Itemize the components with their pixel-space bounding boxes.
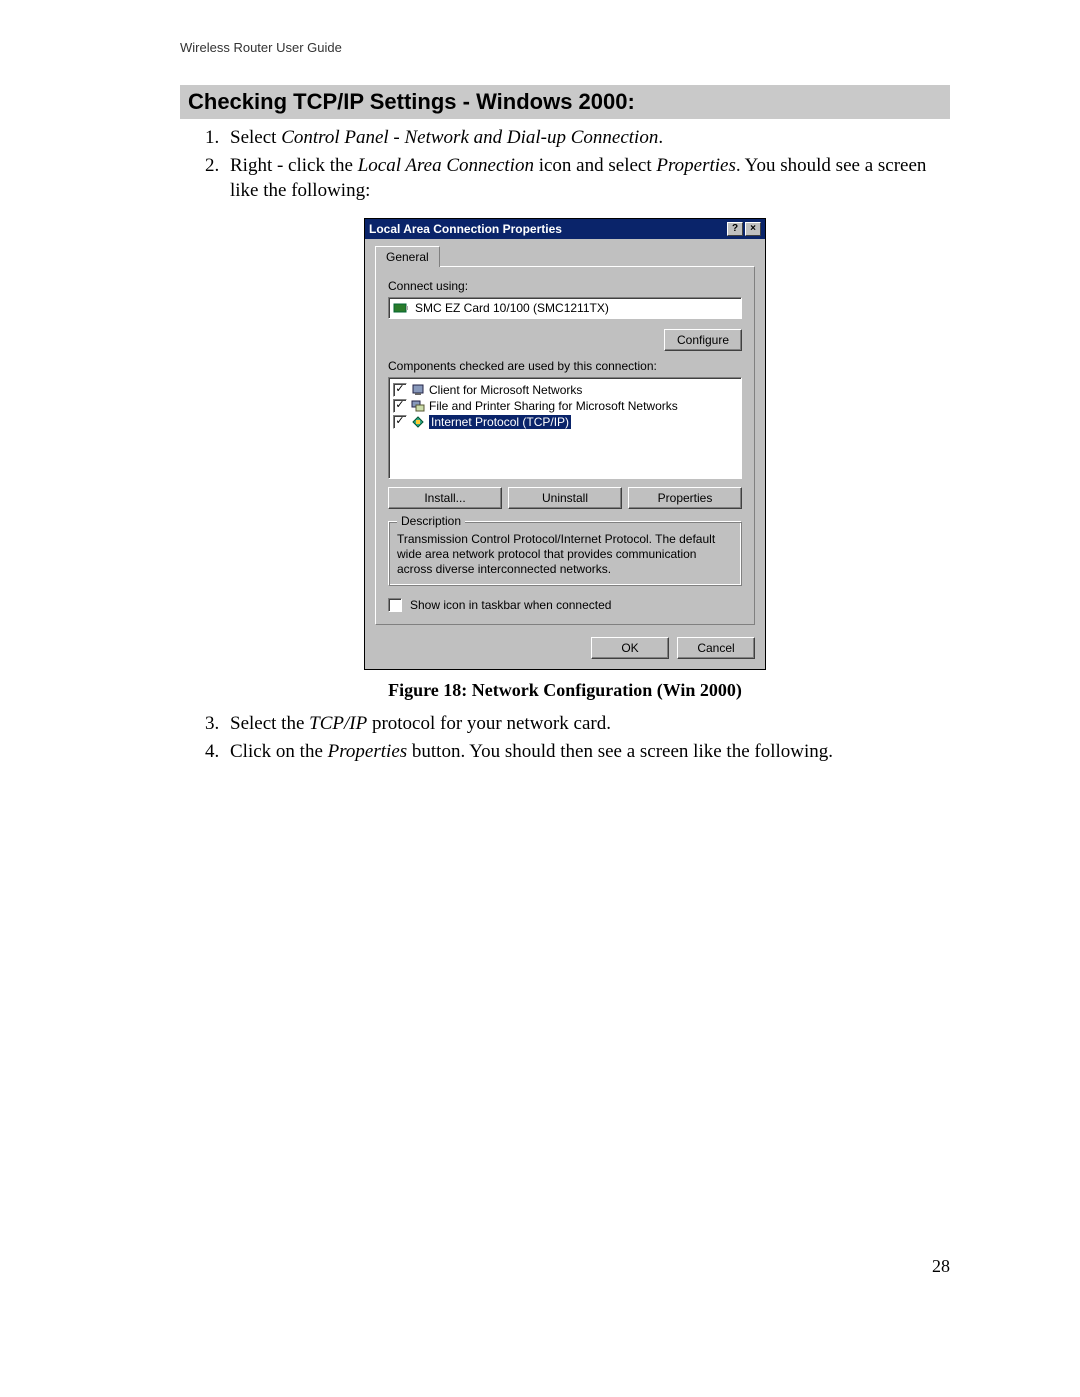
checkbox-checked-icon[interactable]: ✓: [393, 383, 407, 397]
service-icon: [411, 399, 425, 413]
taskbar-label: Show icon in taskbar when connected: [410, 598, 611, 612]
connect-using-label: Connect using:: [388, 279, 742, 293]
cancel-button[interactable]: Cancel: [677, 637, 755, 659]
components-label: Components checked are used by this conn…: [388, 359, 742, 373]
steps-list-2: Select the TCP/IP protocol for your netw…: [180, 711, 950, 764]
doc-header: Wireless Router User Guide: [180, 40, 950, 55]
figure: Local Area Connection Properties ? × Gen…: [180, 218, 950, 701]
figure-caption: Figure 18: Network Configuration (Win 20…: [180, 680, 950, 701]
step-text: protocol for your network card.: [367, 713, 611, 734]
step-em: TCP/IP: [309, 713, 367, 734]
section-heading: Checking TCP/IP Settings - Windows 2000:: [180, 85, 950, 119]
step-4: Click on the Properties button. You shou…: [224, 739, 950, 765]
step-text: Select: [230, 127, 281, 148]
list-item-selected[interactable]: ✓ Internet Protocol (TCP/IP): [393, 414, 737, 430]
step-text: Click on the: [230, 741, 328, 762]
step-em: Control Panel - Network and Dial-up Conn…: [281, 127, 658, 148]
list-item[interactable]: ✓ Client for Microsoft Networks: [393, 382, 737, 398]
step-1: Select Control Panel - Network and Dial-…: [224, 125, 950, 151]
step-text: icon and select: [534, 155, 656, 176]
step-text: .: [658, 127, 663, 148]
list-item-label: File and Printer Sharing for Microsoft N…: [429, 399, 678, 413]
uninstall-button[interactable]: Uninstall: [508, 487, 622, 509]
step-em: Local Area Connection: [358, 155, 534, 176]
dialog-body: General Connect using: SMC EZ Card 10/10…: [365, 239, 765, 669]
list-item-label: Internet Protocol (TCP/IP): [429, 415, 571, 429]
step-text: Right - click the: [230, 155, 358, 176]
page-number: 28: [932, 1256, 950, 1277]
step-em: Properties: [656, 155, 736, 176]
step-text: button. You should then see a screen lik…: [407, 741, 833, 762]
install-button[interactable]: Install...: [388, 487, 502, 509]
steps-list-1: Select Control Panel - Network and Dial-…: [180, 125, 950, 204]
list-item[interactable]: ✓ File and Printer Sharing for Microsoft…: [393, 398, 737, 414]
checkbox-checked-icon[interactable]: ✓: [393, 415, 407, 429]
tab-panel-general: Connect using: SMC EZ Card 10/100 (SMC12…: [375, 266, 755, 625]
properties-button[interactable]: Properties: [628, 487, 742, 509]
step-3: Select the TCP/IP protocol for your netw…: [224, 711, 950, 737]
help-button[interactable]: ?: [727, 222, 743, 236]
close-button[interactable]: ×: [745, 222, 761, 236]
ok-button[interactable]: OK: [591, 637, 669, 659]
dialog-local-area-connection: Local Area Connection Properties ? × Gen…: [364, 218, 766, 670]
adapter-name: SMC EZ Card 10/100 (SMC1211TX): [415, 301, 609, 315]
checkbox-unchecked-icon[interactable]: [388, 598, 402, 612]
description-title: Description: [397, 514, 465, 528]
taskbar-option: Show icon in taskbar when connected: [388, 598, 742, 612]
tab-general[interactable]: General: [375, 246, 440, 267]
protocol-icon: [411, 415, 425, 429]
description-text: Transmission Control Protocol/Internet P…: [397, 532, 733, 577]
page: Wireless Router User Guide Checking TCP/…: [0, 0, 1080, 1317]
checkbox-checked-icon[interactable]: ✓: [393, 399, 407, 413]
description-group: Description Transmission Control Protoco…: [388, 521, 742, 586]
client-icon: [411, 383, 425, 397]
step-em: Properties: [328, 741, 408, 762]
dialog-title: Local Area Connection Properties: [369, 222, 562, 236]
titlebar-buttons: ? ×: [727, 222, 761, 236]
configure-button[interactable]: Configure: [664, 329, 742, 351]
step-2: Right - click the Local Area Connection …: [224, 153, 950, 204]
dialog-titlebar[interactable]: Local Area Connection Properties ? ×: [365, 219, 765, 239]
list-item-label: Client for Microsoft Networks: [429, 383, 582, 397]
adapter-field: SMC EZ Card 10/100 (SMC1211TX): [388, 297, 742, 319]
components-list[interactable]: ✓ Client for Microsoft Networks ✓ File a…: [388, 377, 742, 479]
component-buttons: Install... Uninstall Properties: [388, 487, 742, 509]
nic-icon: [393, 302, 409, 314]
dialog-footer: OK Cancel: [375, 637, 755, 659]
step-text: Select the: [230, 713, 309, 734]
configure-row: Configure: [388, 329, 742, 351]
